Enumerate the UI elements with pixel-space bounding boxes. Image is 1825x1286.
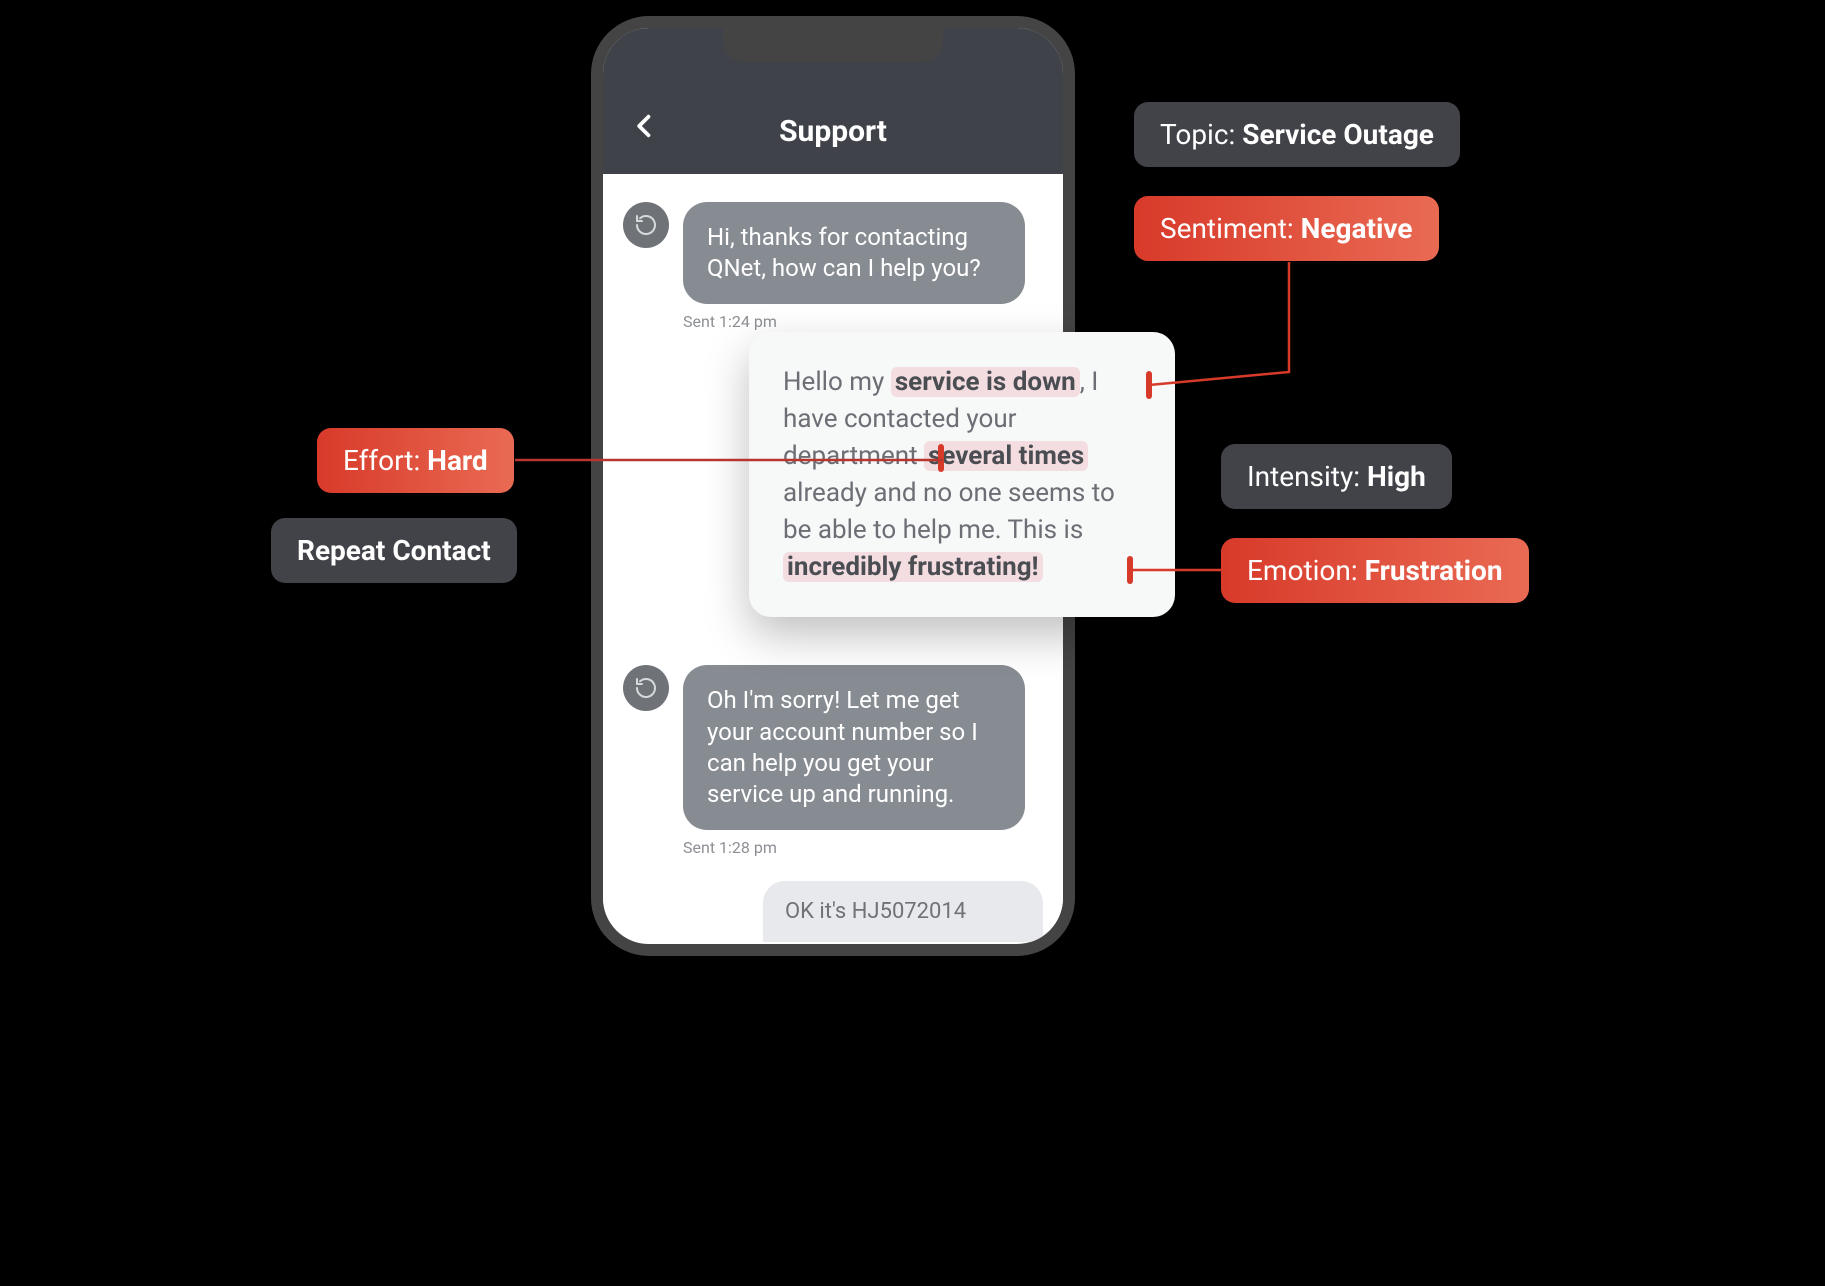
- highlight-tick: [1146, 371, 1152, 399]
- page-title: Support: [603, 114, 1063, 149]
- tag-effort: Effort: Hard: [317, 428, 514, 493]
- phone-notch: [723, 28, 943, 62]
- tag-label: Intensity:: [1247, 460, 1367, 493]
- highlight-frustrating: incredibly frustrating!: [783, 552, 1043, 582]
- tag-label: Emotion:: [1247, 554, 1365, 587]
- tag-value: Repeat Contact: [297, 534, 491, 567]
- message-row: Oh I'm sorry! Let me get your account nu…: [623, 665, 1043, 830]
- tag-value: Hard: [427, 444, 488, 477]
- highlight-tick: [1127, 556, 1133, 584]
- message-bubble: Oh I'm sorry! Let me get your account nu…: [683, 665, 1025, 830]
- highlight-several-times: several times: [924, 441, 1088, 471]
- agent-avatar: [623, 665, 669, 711]
- user-msg-text: already and no one seems to be able to h…: [783, 478, 1115, 545]
- diagram-stage: Support Hi, thanks for contacting QNet, …: [257, 0, 1568, 954]
- tag-intensity: Intensity: High: [1221, 444, 1452, 509]
- highlight-service-down: service is down: [891, 367, 1080, 397]
- tag-label: Topic:: [1160, 118, 1242, 151]
- user-message-card: Hello my service is down, I have contact…: [749, 332, 1175, 617]
- message-row: Hi, thanks for contacting QNet, how can …: [623, 202, 1043, 304]
- tag-emotion: Emotion: Frustration: [1221, 538, 1529, 603]
- tag-value: High: [1367, 460, 1426, 493]
- message-timestamp: Sent 1:24 pm: [683, 312, 1043, 331]
- tag-label: Effort:: [343, 444, 427, 477]
- message-timestamp: Sent 1:28 pm: [683, 838, 1043, 857]
- tag-value: Service Outage: [1242, 118, 1434, 151]
- tag-label: Sentiment:: [1160, 212, 1301, 245]
- message-bubble: Hi, thanks for contacting QNet, how can …: [683, 202, 1025, 304]
- message-bubble-outgoing: OK it's HJ5072014: [763, 881, 1043, 942]
- tag-sentiment: Sentiment: Negative: [1134, 196, 1439, 261]
- tag-repeat-contact: Repeat Contact: [271, 518, 517, 583]
- tag-topic: Topic: Service Outage: [1134, 102, 1460, 167]
- user-msg-text: Hello my: [783, 367, 891, 397]
- highlight-tick: [938, 444, 944, 472]
- agent-avatar: [623, 202, 669, 248]
- tag-value: Frustration: [1365, 554, 1503, 587]
- tag-value: Negative: [1301, 212, 1413, 245]
